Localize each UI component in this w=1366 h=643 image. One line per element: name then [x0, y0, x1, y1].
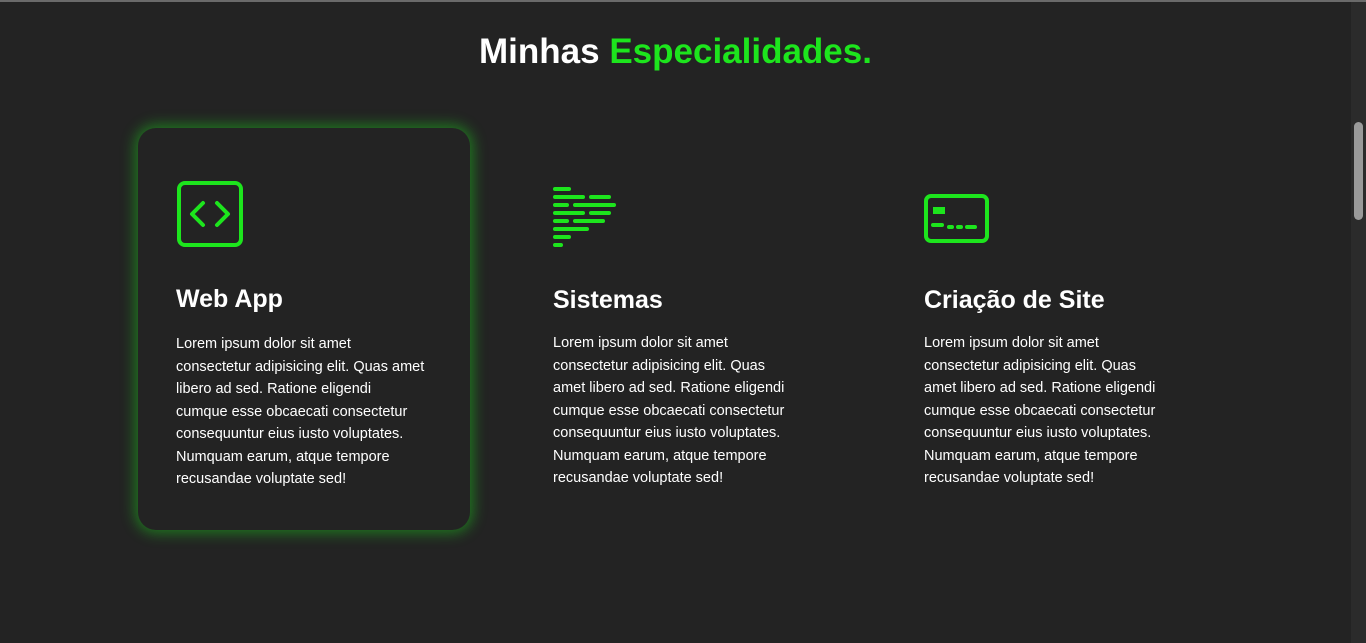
specialty-card-sistemas[interactable]: Sistemas Lorem ipsum dolor sit amet cons…	[515, 128, 847, 530]
specialties-section: Minhas Especialidades. Web App Lorem ips…	[0, 2, 1351, 643]
section-title-accent: Especialidades.	[609, 32, 872, 71]
section-title-main: Minhas	[479, 32, 600, 71]
card-title: Criação de Site	[924, 286, 1105, 314]
scrollbar-thumb[interactable]	[1354, 122, 1363, 220]
card-description: Lorem ipsum dolor sit amet consectetur a…	[176, 336, 425, 487]
specialty-card-criacao-de-site[interactable]: Criação de Site Lorem ipsum dolor sit am…	[886, 128, 1218, 530]
specialty-card-web-app[interactable]: Web App Lorem ipsum dolor sit amet conse…	[138, 128, 470, 530]
section-title: Minhas Especialidades.	[0, 32, 1351, 72]
card-description: Lorem ipsum dolor sit amet consectetur a…	[924, 335, 1156, 486]
card-title: Web App	[176, 285, 283, 313]
page-scrollbar[interactable]	[1351, 2, 1366, 643]
code-lines-icon	[553, 186, 619, 253]
code-brackets-icon	[176, 180, 244, 253]
terminal-window-icon	[924, 194, 990, 249]
card-description: Lorem ipsum dolor sit amet consectetur a…	[553, 335, 785, 486]
card-title: Sistemas	[553, 286, 663, 314]
